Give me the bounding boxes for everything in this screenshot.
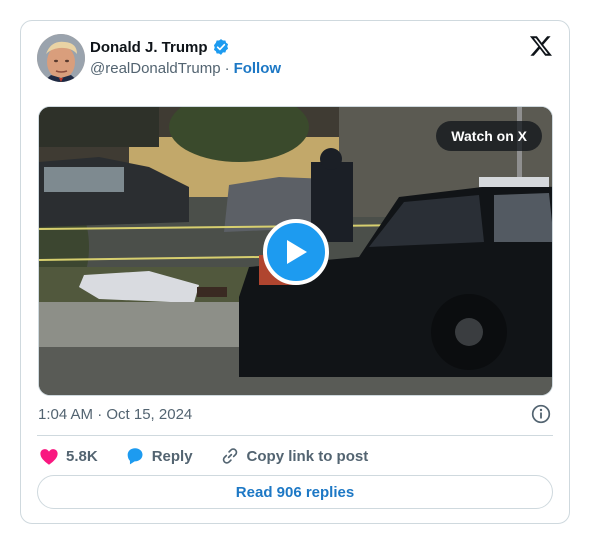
verified-badge-icon bbox=[212, 38, 230, 56]
action-bar: 5.8K Reply Copy link to post bbox=[38, 444, 368, 468]
info-icon[interactable] bbox=[531, 404, 551, 424]
like-button[interactable]: 5.8K bbox=[38, 445, 98, 467]
author-handle-row: @realDonaldTrump · Follow bbox=[90, 60, 281, 77]
video-player[interactable]: Watch on X bbox=[38, 106, 553, 396]
reply-button[interactable]: Reply bbox=[124, 445, 193, 467]
link-icon bbox=[222, 448, 237, 464]
reply-label: Reply bbox=[151, 447, 193, 465]
author-name-row: Donald J. Trump bbox=[90, 38, 230, 56]
heart-icon bbox=[40, 449, 58, 465]
play-icon bbox=[287, 240, 307, 264]
author-display-name[interactable]: Donald J. Trump bbox=[90, 39, 208, 56]
copy-link-button[interactable]: Copy link to post bbox=[219, 445, 369, 467]
follow-button[interactable]: Follow bbox=[234, 60, 282, 77]
reply-icon bbox=[127, 448, 143, 465]
author-handle[interactable]: @realDonaldTrump bbox=[90, 60, 221, 77]
handle-separator: · bbox=[224, 60, 230, 77]
read-replies-button[interactable]: Read 906 replies bbox=[37, 475, 553, 509]
x-logo-icon[interactable] bbox=[529, 34, 553, 58]
post-timestamp[interactable]: 1:04 AM · Oct 15, 2024 bbox=[38, 406, 192, 423]
author-avatar[interactable] bbox=[37, 34, 85, 82]
like-count: 5.8K bbox=[66, 447, 98, 465]
divider bbox=[37, 435, 553, 436]
embedded-post-card: Donald J. Trump @realDonaldTrump · Follo… bbox=[20, 20, 570, 524]
play-button[interactable] bbox=[263, 219, 329, 285]
watch-on-x-button[interactable]: Watch on X bbox=[436, 121, 542, 151]
copy-link-label: Copy link to post bbox=[246, 447, 369, 465]
